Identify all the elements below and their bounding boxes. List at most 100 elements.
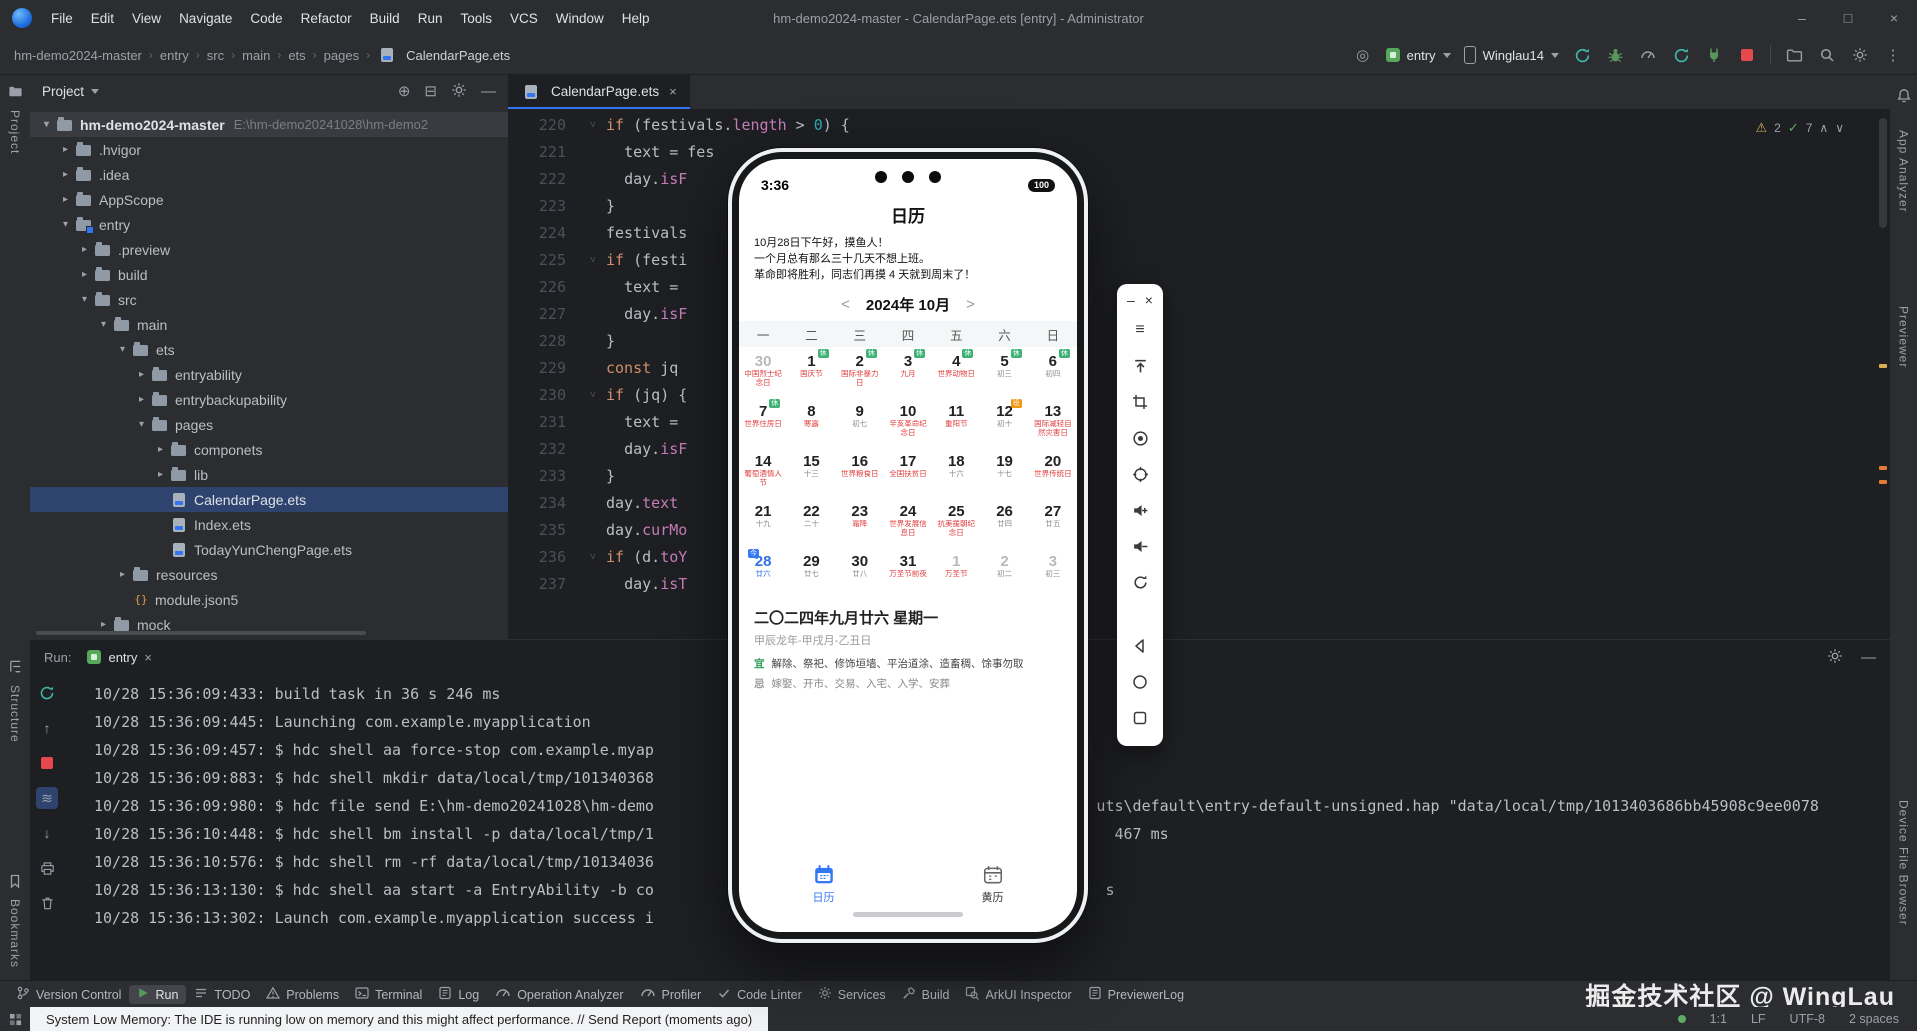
line-number[interactable]: 227: [508, 301, 580, 328]
tree-item-entryability[interactable]: ▸entryability: [30, 362, 508, 387]
warning-count[interactable]: 2: [1774, 121, 1781, 135]
soft-wrap-icon[interactable]: ≋: [36, 787, 58, 809]
device-file-browser-icon[interactable]: [1784, 45, 1804, 65]
tree-item-appscope[interactable]: ▸AppScope: [30, 187, 508, 212]
next-month-button[interactable]: >: [966, 296, 975, 313]
line-number[interactable]: 221: [508, 139, 580, 166]
tool-button-run[interactable]: Run: [129, 985, 186, 1004]
calendar-day-cell[interactable]: 11重阳节: [932, 397, 980, 447]
calendar-day-cell[interactable]: 22二十: [787, 497, 835, 547]
tree-item--hvigor[interactable]: ▸.hvigor: [30, 137, 508, 162]
calendar-day-cell[interactable]: 休4世界动物日: [932, 347, 980, 397]
calendar-day-cell[interactable]: 今28廿六: [739, 547, 787, 597]
tool-button-profiler[interactable]: Profiler: [632, 983, 710, 1006]
fold-icon[interactable]: [580, 490, 606, 517]
calendar-day-cell[interactable]: 29廿七: [787, 547, 835, 597]
breadcrumb-item[interactable]: src: [207, 48, 224, 63]
record-icon[interactable]: [1117, 420, 1163, 456]
breadcrumb-item[interactable]: ets: [288, 48, 305, 63]
tool-button-arkui-inspector[interactable]: ArkUI Inspector: [957, 984, 1079, 1005]
back-icon[interactable]: [1117, 628, 1163, 664]
recents-icon[interactable]: [1117, 700, 1163, 736]
calendar-day-cell[interactable]: 8寒露: [787, 397, 835, 447]
fold-icon[interactable]: [580, 571, 606, 598]
menu-item-view[interactable]: View: [123, 11, 170, 26]
fold-icon[interactable]: [580, 274, 606, 301]
calendar-day-cell[interactable]: 休5初三: [980, 347, 1028, 397]
crop-icon[interactable]: [1117, 384, 1163, 420]
next-problem-icon[interactable]: ∨: [1835, 121, 1844, 135]
calendar-day-cell[interactable]: 27廿五: [1029, 497, 1077, 547]
calendar-day-cell[interactable]: 17全国扶贫日: [884, 447, 932, 497]
volume-up-icon[interactable]: [1117, 492, 1163, 528]
line-number[interactable]: 226: [508, 274, 580, 301]
menu-item-file[interactable]: File: [42, 11, 82, 26]
calendar-day-cell[interactable]: 16世界粮食日: [836, 447, 884, 497]
menu-item-edit[interactable]: Edit: [82, 11, 123, 26]
menu-item-navigate[interactable]: Navigate: [170, 11, 241, 26]
debug-icon[interactable]: [1605, 45, 1625, 65]
calendar-day-cell[interactable]: 20世界传统日: [1029, 447, 1077, 497]
calendar-day-cell[interactable]: 休2国际非暴力日: [836, 347, 884, 397]
fold-icon[interactable]: [580, 301, 606, 328]
tree-chevron-icon[interactable]: ▾: [114, 344, 131, 355]
calendar-day-cell[interactable]: 15十三: [787, 447, 835, 497]
tool-button-terminal[interactable]: Terminal: [347, 984, 430, 1005]
fold-icon[interactable]: [580, 409, 606, 436]
calendar-day-cell[interactable]: 30中国烈士纪念日: [739, 347, 787, 397]
fold-icon[interactable]: ˅: [580, 382, 606, 409]
menu-item-window[interactable]: Window: [547, 11, 613, 26]
collapse-all-icon[interactable]: ⊟: [424, 82, 437, 100]
tree-item-todayyunchengpage-ets[interactable]: TodayYunChengPage.ets: [30, 537, 508, 562]
run-config-select[interactable]: entry: [1386, 48, 1451, 63]
code-area[interactable]: 220˅if (festivals.length > 0) {221 text …: [508, 112, 1876, 639]
calendar-day-cell[interactable]: 13国际减轻自然灾害日: [1029, 397, 1077, 447]
run-icon[interactable]: [1572, 45, 1592, 65]
tree-chevron-icon[interactable]: ▸: [76, 244, 93, 255]
tree-chevron-icon[interactable]: ▾: [38, 119, 55, 130]
menu-item-build[interactable]: Build: [361, 11, 409, 26]
prev-month-button[interactable]: <: [841, 296, 850, 313]
calendar-day-cell[interactable]: 班12初十: [980, 397, 1028, 447]
calendar-day-cell[interactable]: 休1国庆节: [787, 347, 835, 397]
tree-chevron-icon[interactable]: ▸: [133, 394, 150, 405]
tool-button-log[interactable]: Log: [430, 984, 487, 1005]
breadcrumb-item[interactable]: pages: [324, 48, 359, 63]
line-number[interactable]: 225: [508, 247, 580, 274]
tree-item-componets[interactable]: ▸componets: [30, 437, 508, 462]
calendar-day-cell[interactable]: 18十六: [932, 447, 980, 497]
notifications-button[interactable]: [1890, 88, 1917, 109]
menu-item-help[interactable]: Help: [613, 11, 659, 26]
breadcrumb-item[interactable]: entry: [160, 48, 189, 63]
line-number[interactable]: 236: [508, 544, 580, 571]
line-number[interactable]: 228: [508, 328, 580, 355]
calendar-day-cell[interactable]: 2初二: [980, 547, 1028, 597]
profiler-icon[interactable]: [1638, 45, 1658, 65]
typo-count[interactable]: 7: [1806, 121, 1813, 135]
line-number[interactable]: 230: [508, 382, 580, 409]
tree-chevron-icon[interactable]: ▸: [95, 619, 112, 630]
line-number[interactable]: 220: [508, 112, 580, 139]
prev-problem-icon[interactable]: ∧: [1819, 121, 1828, 135]
tool-button-operation-analyzer[interactable]: Operation Analyzer: [487, 983, 631, 1006]
tree-chevron-icon[interactable]: ▸: [133, 369, 150, 380]
menu-item-tools[interactable]: Tools: [451, 11, 501, 26]
fold-icon[interactable]: ˅: [580, 247, 606, 274]
stop-icon[interactable]: [36, 752, 58, 774]
tool-button-problems[interactable]: Problems: [258, 984, 347, 1005]
sidebar-item-previewer[interactable]: Previewer: [1890, 306, 1917, 368]
tool-button-code-linter[interactable]: Code Linter: [709, 984, 810, 1005]
status-item[interactable]: UTF-8: [1790, 1012, 1825, 1026]
tree-item-resources[interactable]: ▸resources: [30, 562, 508, 587]
project-panel-title[interactable]: Project: [42, 84, 84, 99]
tree-chevron-icon[interactable]: ▾: [76, 294, 93, 305]
tree-chevron-icon[interactable]: ▾: [57, 219, 74, 230]
tool-button-todo[interactable]: TODO: [186, 984, 258, 1005]
line-number[interactable]: 234: [508, 490, 580, 517]
calendar-day-cell[interactable]: 10辛亥革命纪念日: [884, 397, 932, 447]
tree-chevron-icon[interactable]: ▸: [57, 169, 74, 180]
tree-item-module-json5[interactable]: {}module.json5: [30, 587, 508, 612]
minimize-toolbar-button[interactable]: –: [1127, 292, 1135, 308]
hide-panel-icon[interactable]: —: [1861, 649, 1876, 666]
stop-button[interactable]: [1737, 45, 1757, 65]
